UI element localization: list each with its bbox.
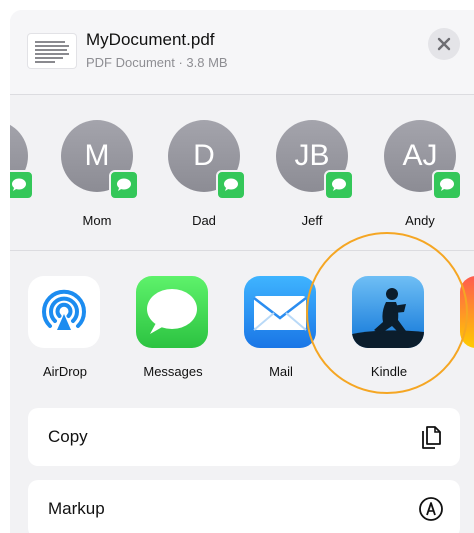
close-icon (437, 37, 451, 51)
person-item[interactable]: a (10, 120, 34, 240)
airdrop-icon (28, 276, 100, 348)
messages-badge-icon (216, 170, 246, 200)
messages-icon (136, 276, 208, 348)
person-name: Jeff (301, 213, 323, 228)
person-item[interactable]: JB Jeff (276, 120, 354, 240)
action-label: Markup (48, 499, 105, 518)
action-markup[interactable]: Markup (28, 480, 460, 533)
document-subtitle: PDF Document · 3.8 MB (86, 55, 228, 70)
app-messages[interactable]: Messages (130, 276, 216, 386)
person-item[interactable]: AJ Andy (384, 120, 462, 240)
document-thumbnail (28, 34, 76, 68)
person-name: a (10, 213, 38, 228)
copy-icon (422, 426, 441, 449)
person-name: Dad (192, 213, 216, 228)
messages-badge-icon (432, 170, 462, 200)
people-row: a M Mom D Dad JB Jeff AJ (10, 100, 474, 250)
header-divider (10, 94, 474, 95)
action-label: Copy (48, 427, 88, 446)
person-name: Andy (405, 213, 435, 228)
person-item[interactable]: D Dad (168, 120, 246, 240)
share-header: MyDocument.pdf PDF Document · 3.8 MB (10, 10, 474, 94)
messages-badge-icon (109, 170, 139, 200)
document-title: MyDocument.pdf (86, 30, 215, 49)
markup-icon (419, 497, 443, 521)
app-label: AirDrop (42, 364, 88, 379)
app-label: Mail (269, 364, 293, 379)
share-sheet: MyDocument.pdf PDF Document · 3.8 MB a M… (10, 10, 474, 533)
kindle-highlight-circle (306, 232, 468, 394)
close-button[interactable] (428, 28, 460, 60)
action-copy[interactable]: Copy (28, 408, 460, 466)
app-label: Messages (143, 364, 203, 379)
person-item[interactable]: M Mom (61, 120, 139, 240)
messages-badge-icon (10, 170, 34, 200)
messages-badge-icon (324, 170, 354, 200)
app-airdrop[interactable]: AirDrop (22, 276, 108, 386)
person-name: Mom (82, 213, 112, 228)
